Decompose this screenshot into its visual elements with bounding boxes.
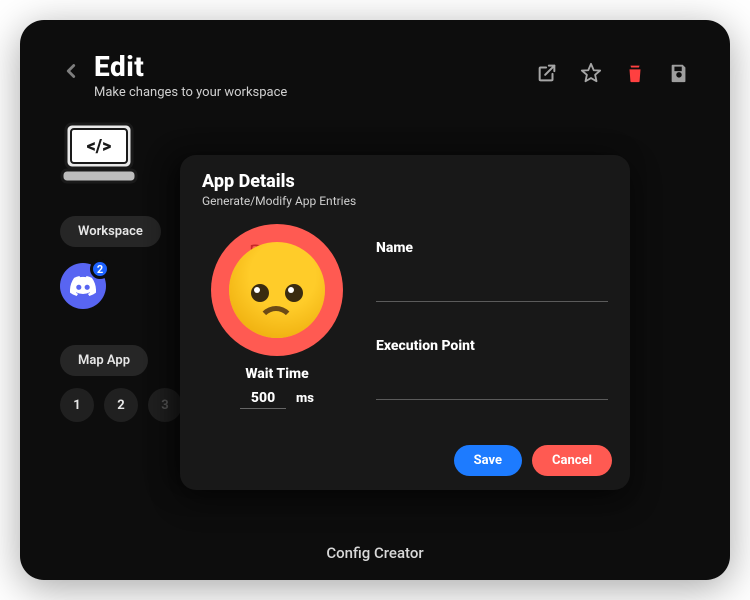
footer-label: Config Creator: [20, 544, 730, 562]
discord-badge: 2: [90, 259, 110, 279]
wait-time-label: Wait Time: [245, 366, 308, 382]
laptop-code-icon: </>: [60, 120, 138, 186]
window: Edit Make changes to your workspace </>: [20, 20, 730, 580]
workspace-pill-label: Workspace: [78, 224, 143, 239]
map-slot-2[interactable]: 2: [104, 388, 138, 422]
execution-point-label: Execution Point: [376, 338, 608, 354]
map-app-pill-label: Map App: [78, 353, 130, 368]
cancel-button[interactable]: Cancel: [532, 445, 612, 476]
map-app-pill[interactable]: Map App: [60, 345, 148, 376]
map-slot-3[interactable]: 3: [148, 388, 182, 422]
name-label: Name: [376, 240, 608, 256]
name-input[interactable]: [376, 274, 608, 302]
app-details-modal: App Details Generate/Modify App Entries …: [180, 155, 630, 490]
wait-time-input[interactable]: [240, 388, 286, 409]
star-icon[interactable]: [580, 62, 602, 84]
discord-app-icon[interactable]: 2: [60, 263, 106, 309]
page-title: Edit: [94, 50, 524, 83]
map-slot-1[interactable]: 1: [60, 388, 94, 422]
back-button[interactable]: [60, 60, 82, 88]
header-row: Edit Make changes to your workspace: [60, 50, 690, 100]
modal-subtitle: Generate/Modify App Entries: [202, 194, 608, 208]
workspace-pill[interactable]: Workspace: [60, 216, 161, 247]
trash-icon[interactable]: [624, 62, 646, 84]
svg-text:</>: </>: [87, 136, 112, 157]
save-icon[interactable]: [668, 62, 690, 84]
save-button[interactable]: Save: [454, 445, 522, 476]
execution-point-input[interactable]: [376, 372, 608, 400]
open-external-icon[interactable]: [536, 62, 558, 84]
modal-title: App Details: [202, 171, 608, 192]
confused-face-icon: ?: [211, 224, 343, 356]
wait-time-unit: ms: [296, 391, 314, 406]
page-subtitle: Make changes to your workspace: [94, 85, 524, 100]
toolbar: [536, 62, 690, 84]
